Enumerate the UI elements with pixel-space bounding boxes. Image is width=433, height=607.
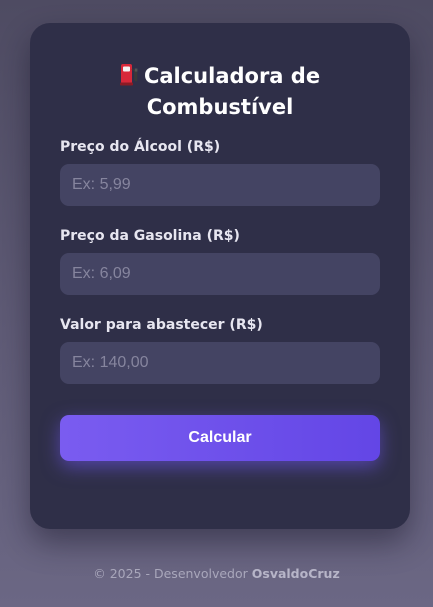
gasoline-price-field: Preço da Gasolina (R$) <box>60 227 380 295</box>
refuel-amount-input[interactable] <box>60 342 380 384</box>
gasoline-price-label: Preço da Gasolina (R$) <box>60 228 240 244</box>
alcohol-price-field: Preço do Álcool (R$) <box>60 138 380 206</box>
gasoline-price-input[interactable] <box>60 253 380 295</box>
footer-copyright: © 2025 - Desenvolvedor <box>93 566 248 581</box>
calculator-card: Calculadora de Combustível Preço do Álco… <box>30 23 410 529</box>
alcohol-price-input[interactable] <box>60 164 380 206</box>
refuel-amount-field: Valor para abastecer (R$) <box>60 316 380 384</box>
page-title: Calculadora de Combustível <box>60 61 380 123</box>
fuel-pump-icon <box>119 62 138 86</box>
calculate-button[interactable]: Calcular <box>60 415 380 461</box>
title-text: Calculadora de Combustível <box>143 64 321 119</box>
refuel-amount-label: Valor para abastecer (R$) <box>60 317 263 333</box>
footer-author: OsvaldoCruz <box>251 566 340 581</box>
alcohol-price-label: Preço do Álcool (R$) <box>60 139 221 155</box>
footer: © 2025 - Desenvolvedor OsvaldoCruz <box>0 566 433 581</box>
